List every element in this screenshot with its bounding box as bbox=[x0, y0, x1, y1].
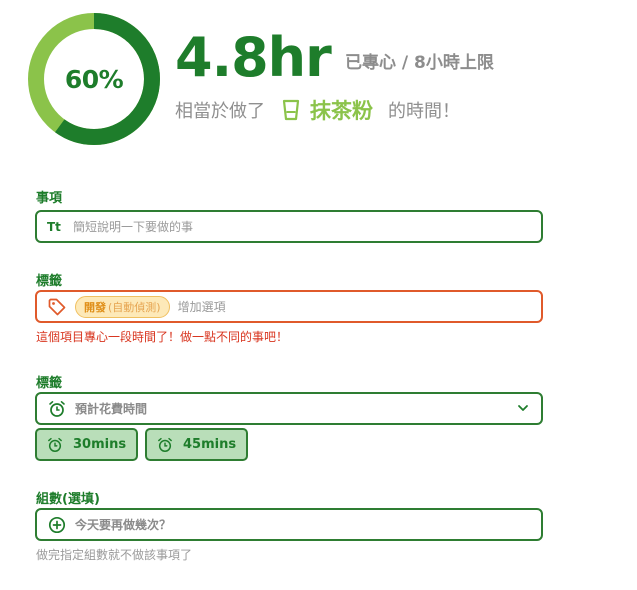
task-input[interactable]: Tt 簡短說明一下要做的事 bbox=[35, 210, 543, 243]
tags-label: 標籤 bbox=[36, 274, 63, 289]
hours-limit-text: 已專心 / 8小時上限 bbox=[345, 53, 494, 73]
sets-placeholder: 今天要再做幾次？ bbox=[75, 518, 172, 532]
alarm-clock-icon bbox=[158, 437, 172, 452]
tag-chip-detected[interactable]: 開發 (自動偵測) bbox=[75, 295, 170, 318]
task-label: 事項 bbox=[36, 191, 63, 206]
equivalence-item: 抹茶粉 bbox=[310, 99, 373, 123]
cup-icon bbox=[282, 99, 300, 121]
focused-hours: 4.8hr bbox=[175, 26, 332, 89]
plus-circle-icon[interactable] bbox=[47, 515, 67, 535]
task-placeholder: 簡短說明一下要做的事 bbox=[73, 220, 194, 234]
sets-input[interactable]: 今天要再做幾次？ bbox=[35, 508, 543, 541]
tags-input[interactable]: 開發 (自動偵測) 增加選項 bbox=[35, 290, 543, 323]
time-option-45[interactable]: 45mins bbox=[145, 428, 249, 461]
sets-helper-text: 做完指定組數就不做該事項了 bbox=[36, 548, 193, 562]
time-select[interactable]: 預計花費時間 bbox=[35, 392, 543, 425]
time-placeholder: 預計花費時間 bbox=[75, 402, 148, 416]
chevron-down-icon[interactable] bbox=[517, 402, 529, 414]
equivalence-line: 相當於做了 抹茶粉 的時間！ bbox=[175, 95, 460, 125]
time-label: 標籤 bbox=[36, 376, 63, 391]
alarm-clock-icon bbox=[48, 437, 62, 452]
sets-label: 組數(選填) bbox=[36, 492, 100, 507]
tag-chip-label: 開發 bbox=[84, 300, 106, 314]
time-option-label: 30mins bbox=[73, 437, 127, 452]
progress-percent: 60% bbox=[64, 64, 124, 94]
time-option-30[interactable]: 30mins bbox=[35, 428, 139, 461]
text-type-icon: Tt bbox=[47, 219, 61, 234]
tag-icon bbox=[47, 297, 67, 317]
tags-placeholder: 增加選項 bbox=[177, 300, 226, 314]
progress-ring: 60% bbox=[27, 12, 161, 146]
tag-chip-sublabel: (自動偵測) bbox=[108, 300, 161, 314]
equivalence-suffix: 的時間！ bbox=[388, 101, 460, 122]
alarm-clock-icon bbox=[47, 399, 67, 419]
tags-error-message: 這個項目專心一段時間了！做一點不同的事吧！ bbox=[36, 330, 289, 344]
equivalence-prefix: 相當於做了 bbox=[175, 101, 265, 122]
time-option-label: 45mins bbox=[183, 437, 237, 452]
